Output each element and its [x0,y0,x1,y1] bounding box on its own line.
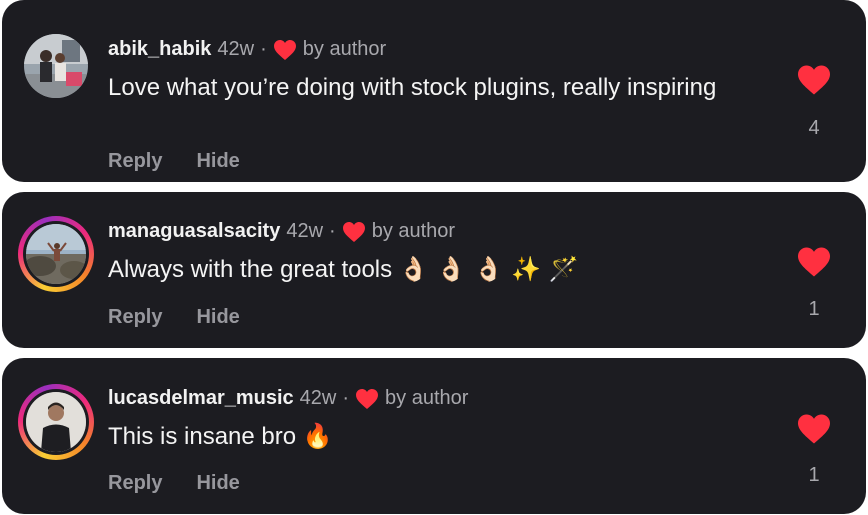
heart-icon [356,388,379,409]
comment-emoji: 👌🏻 👌🏻 👌🏻 ✨ 🪄 [398,255,579,283]
hide-button[interactable]: Hide [196,306,239,329]
reply-button[interactable]: Reply [108,150,162,173]
comment-text: Always with the great tools 👌🏻 👌🏻 👌🏻 ✨ 🪄 [108,254,748,285]
reply-button[interactable]: Reply [108,306,162,329]
comment-card: lucasdelmar_music 42w · by author This i… [2,358,866,514]
heart-filled-icon[interactable] [796,246,832,278]
comment-age: 42w [217,38,255,60]
avatar[interactable] [18,28,94,104]
liked-by-author: by author [385,387,469,409]
like-count: 4 [808,117,820,139]
avatar-image [24,34,88,98]
comment-actions: Reply Hide [108,306,240,329]
avatar-image [26,392,86,452]
heart-icon [342,221,365,242]
separator: · [342,387,350,409]
comment-body: Always with the great tools [108,256,393,283]
comment-card: managuasalsacity 42w · by author Always … [2,192,866,348]
separator: · [260,38,267,60]
username[interactable]: lucasdelmar_music [108,387,294,410]
comment-body: This is insane bro [108,423,297,450]
username[interactable]: abik_habik [108,38,211,61]
like-count: 1 [808,464,820,486]
like-count: 1 [808,298,820,320]
liked-by-author: by author [302,38,387,60]
comment-body: Love what you’re doing with stock plugin… [108,74,717,101]
avatar-story-ring[interactable] [18,216,94,292]
comment-text: Love what you’re doing with stock plugin… [108,72,748,103]
avatar-image [26,224,86,284]
heart-icon [273,39,296,60]
hide-button[interactable]: Hide [196,472,239,495]
avatar-story-ring[interactable] [18,384,94,460]
comment-meta: managuasalsacity 42w · by author [108,220,455,243]
comment-actions: Reply Hide [108,150,240,173]
comment-text: This is insane bro 🔥 [108,421,748,452]
heart-filled-icon[interactable] [796,64,832,96]
comment-age: 42w [299,387,337,409]
hide-button[interactable]: Hide [196,150,239,173]
comment-age: 42w [286,220,324,242]
comment-meta: abik_habik 42w · by author [108,38,386,61]
separator: · [329,220,336,242]
username[interactable]: managuasalsacity [108,220,280,243]
liked-by-author: by author [371,220,456,242]
comment-meta: lucasdelmar_music 42w · by author [108,387,468,410]
comment-card: abik_habik 42w · by author Love what you… [2,0,866,182]
reply-button[interactable]: Reply [108,472,162,495]
comment-emoji: 🔥 [302,422,333,450]
comment-actions: Reply Hide [108,472,240,495]
heart-filled-icon[interactable] [796,413,832,445]
